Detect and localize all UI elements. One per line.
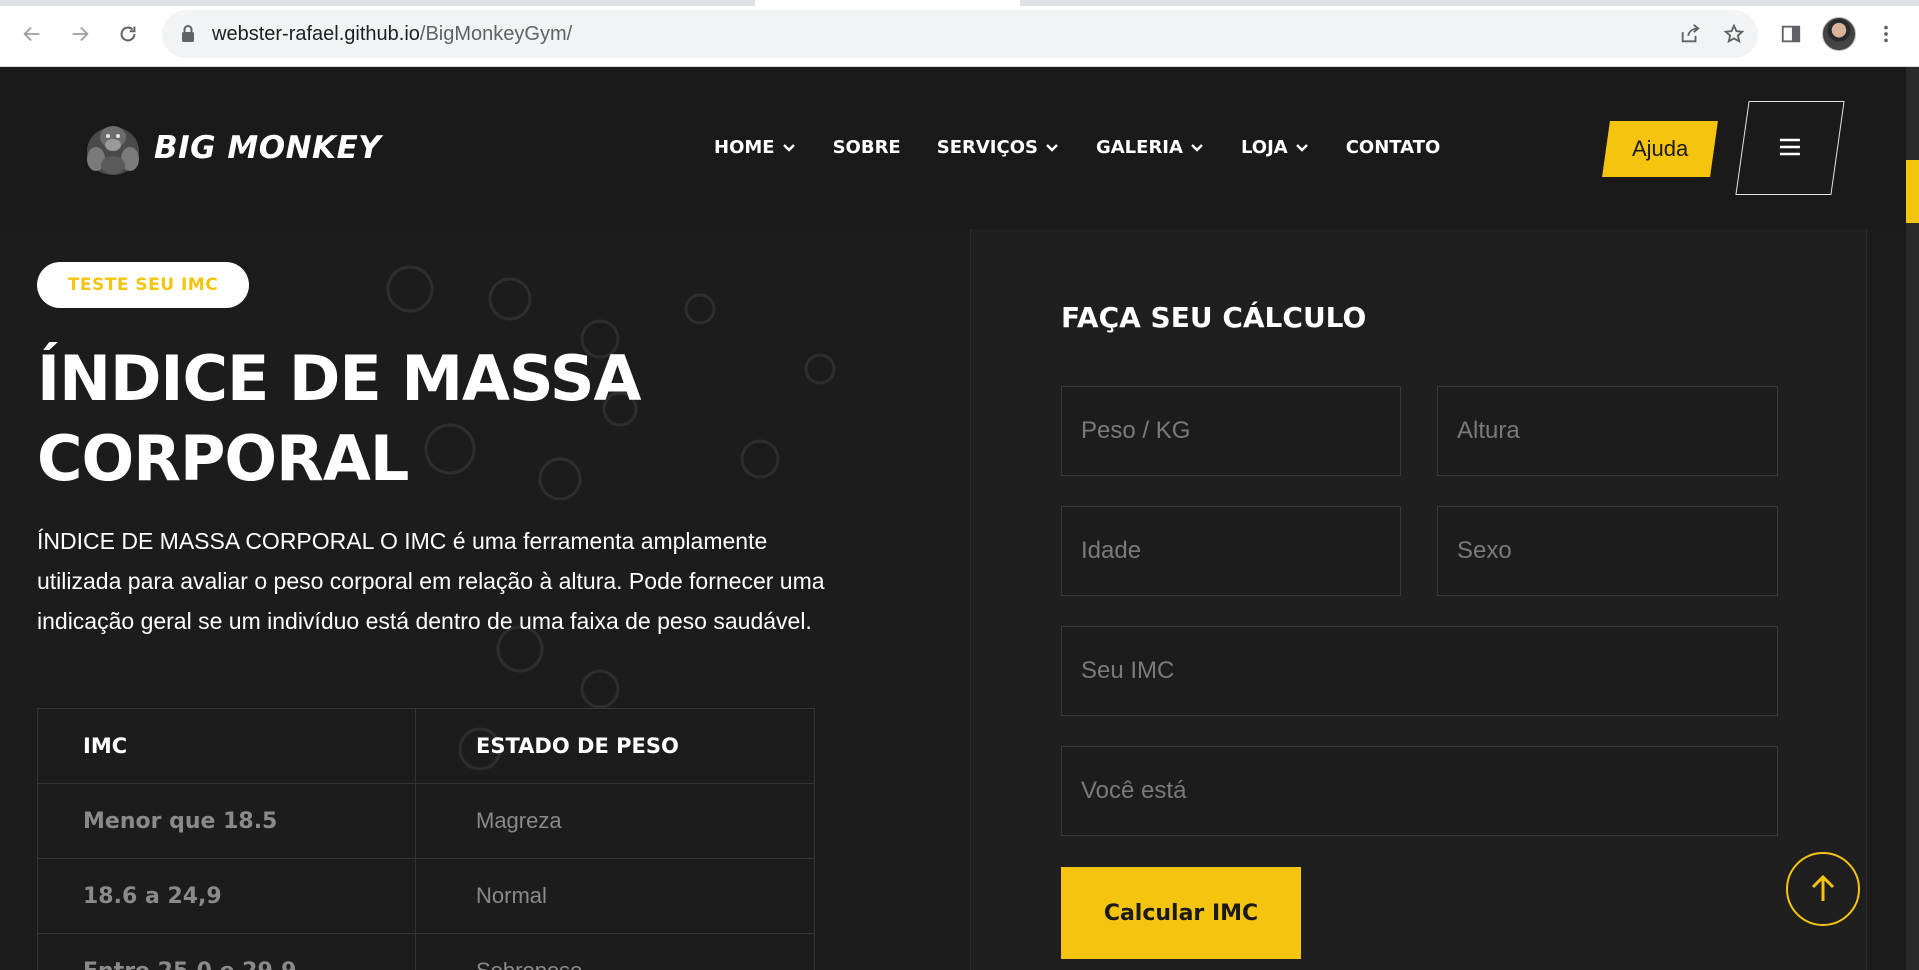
menu-item-galeria[interactable]: GALERIA [1096,137,1205,158]
browser-chrome: webster-rafael.github.io/BigMonkeyGym/ [0,0,1919,67]
hamburger-menu-button[interactable] [1735,101,1845,195]
menu-item-home[interactable]: HOME [714,137,797,158]
imc-result-field[interactable] [1061,626,1778,716]
sexo-input[interactable] [1457,537,1777,565]
logo[interactable]: BIG MONKEY [84,117,381,179]
idade-field[interactable] [1061,506,1401,596]
site-header: BIG MONKEY HOME SOBRE SERVIÇOS GALERIA L… [0,67,1906,229]
url-path: /BigMonkeyGym/ [419,23,573,45]
menu-item-contato[interactable]: CONTATO [1346,137,1441,158]
table-cell-estado: Sobrepeso [415,933,815,970]
imc-badge: TESTE SEU IMC [37,262,249,308]
forward-icon[interactable] [62,16,98,52]
back-icon[interactable] [14,16,50,52]
page: BIG MONKEY HOME SOBRE SERVIÇOS GALERIA L… [0,67,1919,970]
url-text[interactable]: webster-rafael.github.io/BigMonkeyGym/ [212,23,572,46]
address-bar[interactable]: webster-rafael.github.io/BigMonkeyGym/ [162,10,1758,58]
intro-text: ÍNDICE DE MASSA CORPORAL O IMC é uma fer… [37,528,825,634]
hamburger-icon [1779,133,1801,164]
reload-icon[interactable] [110,16,146,52]
idade-input[interactable] [1081,537,1400,565]
gorilla-logo-icon [87,126,139,175]
table-cell-imc: 18.6 a 24,9 [37,858,416,934]
table-header-imc: IMC [37,708,416,784]
calculate-imc-button[interactable]: Calcular IMC [1061,867,1301,959]
table-row: Menor que 18.5 Magreza [37,783,815,859]
altura-input[interactable] [1457,417,1777,445]
status-input[interactable] [1081,777,1777,805]
share-icon[interactable] [1676,20,1704,48]
kebab-menu-icon[interactable] [1868,16,1904,52]
chevron-down-icon [782,143,795,152]
active-tab[interactable] [755,0,1020,6]
table-header-estado: ESTADO DE PESO [415,708,815,784]
calculate-imc-label: Calcular IMC [1103,900,1259,926]
page-title: ÍNDICE DE MASSA CORPORAL [37,342,642,495]
chevron-down-icon [1191,143,1203,152]
main-menu: HOME SOBRE SERVIÇOS GALERIA LOJA CONTATO [714,137,1476,158]
arrow-up-icon [1811,874,1835,901]
form-title: FAÇA SEU CÁLCULO [1061,301,1367,334]
star-icon[interactable] [1720,20,1748,48]
help-button[interactable]: Ajuda [1602,121,1718,177]
peso-input[interactable] [1081,417,1400,445]
sexo-field[interactable] [1437,506,1778,596]
table-row: 18.6 a 24,9 Normal [37,858,815,934]
table-cell-imc: Entre 25,0 e 29,9 [37,933,416,970]
table-cell-estado: Magreza [415,783,815,859]
chevron-down-icon [1295,143,1308,152]
imc-table: IMC ESTADO DE PESO Menor que 18.5 Magrez… [37,708,815,970]
url-host: webster-rafael.github.io [212,23,420,45]
avatar[interactable] [1822,17,1856,51]
menu-label: GALERIA [1095,137,1183,158]
imc-info-section: TESTE SEU IMC ÍNDICE DE MASSA CORPORAL Í… [0,229,970,970]
menu-label: HOME [714,137,775,158]
peso-field[interactable] [1061,386,1401,476]
table-cell-estado: Normal [415,858,815,934]
lock-icon[interactable] [180,24,196,44]
tab-strip [0,0,1919,6]
status-field[interactable] [1061,746,1778,836]
menu-item-loja[interactable]: LOJA [1241,137,1310,158]
menu-label: SERVIÇOS [936,137,1038,158]
menu-label: SOBRE [832,137,901,158]
table-row: Entre 25,0 e 29,9 Sobrepeso [37,933,815,970]
altura-field[interactable] [1437,386,1778,476]
scrollbar-thumb[interactable] [1906,160,1919,223]
imc-calculator-section: FAÇA SEU CÁLCULO Calcular IMC [970,229,1867,970]
imc-result-input[interactable] [1081,657,1777,685]
table-header-row: IMC ESTADO DE PESO [37,708,815,784]
chevron-down-icon [1046,143,1058,152]
table-cell-imc: Menor que 18.5 [37,783,416,859]
menu-label: CONTATO [1345,137,1441,158]
menu-label: LOJA [1240,137,1288,158]
menu-item-sobre[interactable]: SOBRE [833,137,901,158]
help-button-label: Ajuda [1631,136,1689,161]
logo-text: BIG MONKEY [154,130,382,166]
sidepanel-icon[interactable] [1773,16,1809,52]
scroll-to-top-button[interactable] [1786,852,1860,926]
imc-badge-label: TESTE SEU IMC [67,275,219,295]
menu-item-servicos[interactable]: SERVIÇOS [937,137,1060,158]
